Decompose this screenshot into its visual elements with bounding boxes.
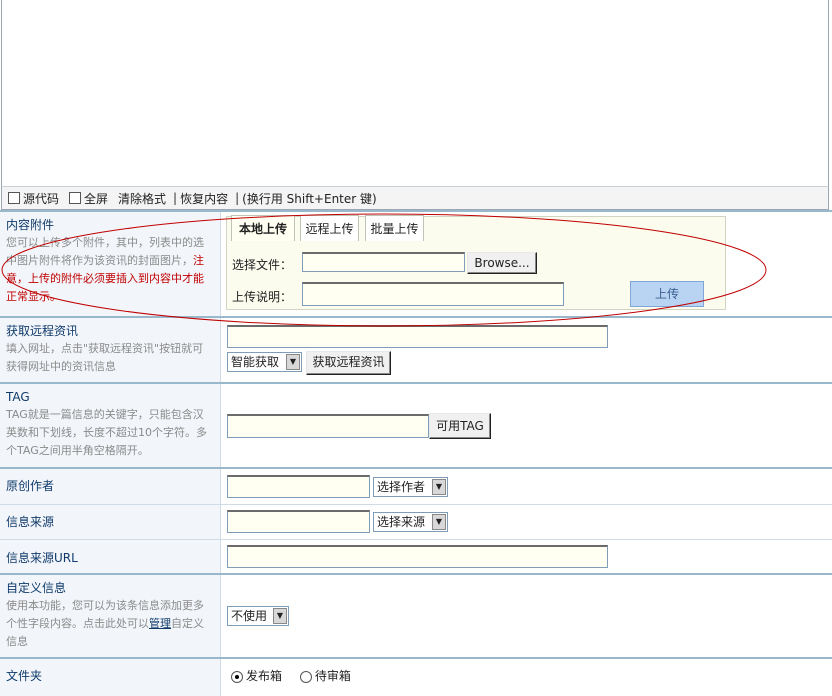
author-select-value: 选择作者 — [377, 480, 426, 494]
custom-select-value: 不使用 — [231, 609, 268, 623]
clear-format-link[interactable]: 清除格式 — [118, 190, 166, 207]
chevron-down-icon: ▼ — [432, 514, 446, 530]
remote-field-cell: 智能获取 ▼ 获取远程资讯 — [221, 318, 832, 382]
folder-field-cell: 发布箱 待审箱 — [221, 659, 832, 696]
choose-file-label: 选择文件： — [232, 258, 293, 272]
attachment-desc-text: 您可以上传多个附件，其中，列表中的选中图片附件将作为该资讯的封面图片， — [6, 236, 204, 267]
tab-remote-upload[interactable]: 远程上传 — [300, 215, 359, 241]
tab-batch-upload[interactable]: 批量上传 — [365, 215, 424, 241]
source-row: 信息来源 选择来源 ▼ — [0, 504, 832, 539]
custom-description: 使用本功能，您可以为该条信息添加更多个性字段内容。点击此处可以管理自定义信息 — [6, 597, 214, 651]
fetch-mode-select[interactable]: 智能获取 ▼ — [227, 352, 302, 372]
tag-description: TAG就是一篇信息的关键字，只能包含汉英数和下划线，长度不超过10个字符。多个T… — [6, 408, 207, 457]
folder-radio-group: 发布箱 待审箱 — [231, 667, 351, 684]
folder-label-cell: 文件夹 — [0, 659, 221, 696]
review-radio-label: 待审箱 — [314, 669, 351, 683]
tab-local-upload[interactable]: 本地上传 — [231, 215, 295, 241]
editor-toolbar: 源代码 全屏 清除格式 | 恢复内容 | (换行用 Shift+Enter 键) — [1, 186, 829, 210]
attachment-description: 您可以上传多个附件，其中，列表中的选中图片附件将作为该资讯的封面图片，注意，上传… — [6, 234, 214, 306]
source-url-input[interactable] — [227, 545, 608, 568]
source-select[interactable]: 选择来源 ▼ — [373, 512, 448, 532]
tag-input[interactable] — [227, 414, 429, 438]
author-label-cell: 原创作者 — [0, 469, 221, 504]
remote-title: 获取远程资讯 — [6, 324, 79, 338]
attachment-row: 内容附件 您可以上传多个附件，其中，列表中的选中图片附件将作为该资讯的封面图片，… — [0, 212, 832, 317]
remote-fetch-row: 获取远程资讯 填入网址，点击"获取远程资讯"按钮就可获得网址中的资讯信息 智能获… — [0, 318, 832, 382]
tag-label-cell: TAG TAG就是一篇信息的关键字，只能包含汉英数和下划线，长度不超过10个字符… — [0, 384, 221, 467]
source-url-row: 信息来源URL — [0, 539, 832, 574]
custom-field-cell: 不使用 ▼ — [221, 575, 832, 657]
source-input[interactable] — [227, 510, 370, 533]
manage-link[interactable]: 管理 — [149, 617, 171, 630]
author-row: 原创作者 选择作者 ▼ — [0, 469, 832, 504]
toolbar-separator: | — [235, 191, 240, 205]
remote-url-input[interactable] — [227, 325, 608, 348]
source-title: 信息来源 — [6, 515, 55, 529]
upload-desc-label: 上传说明： — [232, 290, 293, 304]
fetch-mode-value: 智能获取 — [231, 355, 280, 369]
publish-radio[interactable] — [231, 670, 243, 683]
toolbar-separator: | — [173, 191, 178, 205]
tag-title: TAG — [6, 390, 30, 404]
source-url-field-cell — [221, 540, 832, 574]
source-label-cell: 信息来源 — [0, 505, 221, 539]
author-select[interactable]: 选择作者 ▼ — [373, 477, 448, 497]
folder-title: 文件夹 — [6, 669, 43, 683]
source-url-title: 信息来源URL — [6, 551, 78, 565]
editor-content-area[interactable] — [1, 0, 829, 187]
chevron-down-icon: ▼ — [432, 479, 446, 495]
tag-field-cell: 可用TAG — [221, 384, 832, 467]
tag-row: TAG TAG就是一篇信息的关键字，只能包含汉英数和下划线，长度不超过10个字符… — [0, 384, 832, 467]
custom-info-select[interactable]: 不使用 ▼ — [227, 606, 289, 626]
remote-description: 填入网址，点击"获取远程资讯"按钮就可获得网址中的资讯信息 — [6, 342, 204, 373]
custom-label-cell: 自定义信息 使用本功能，您可以为该条信息添加更多个性字段内容。点击此处可以管理自… — [0, 575, 221, 657]
attachment-title: 内容附件 — [6, 218, 55, 232]
browse-button[interactable]: Browse... — [467, 252, 537, 274]
source-select-value: 选择来源 — [377, 515, 426, 529]
source-field-cell: 选择来源 ▼ — [221, 505, 832, 539]
chevron-down-icon: ▼ — [273, 608, 287, 624]
available-tag-button[interactable]: 可用TAG — [429, 413, 491, 439]
publish-radio-label: 发布箱 — [246, 669, 283, 683]
fullscreen-checkbox[interactable] — [69, 192, 82, 204]
author-field-cell: 选择作者 ▼ — [221, 469, 832, 504]
custom-title: 自定义信息 — [6, 581, 67, 595]
custom-info-row: 自定义信息 使用本功能，您可以为该条信息添加更多个性字段内容。点击此处可以管理自… — [0, 575, 832, 657]
remote-label-cell: 获取远程资讯 填入网址，点击"获取远程资讯"按钮就可获得网址中的资讯信息 — [0, 318, 221, 382]
source-url-label-cell: 信息来源URL — [0, 540, 221, 574]
author-input[interactable] — [227, 475, 370, 498]
author-title: 原创作者 — [6, 479, 55, 493]
source-code-label: 源代码 — [23, 191, 60, 206]
folder-row: 文件夹 发布箱 待审箱 — [0, 659, 832, 696]
file-path-input[interactable] — [302, 252, 465, 272]
source-code-checkbox[interactable] — [8, 192, 20, 204]
attachment-field-cell: 本地上传 远程上传 批量上传 选择文件： Browse... 上传说明： 上传 — [221, 212, 832, 317]
attachment-label-cell: 内容附件 您可以上传多个附件，其中，列表中的选中图片附件将作为该资讯的封面图片，… — [0, 212, 221, 317]
upload-panel: 本地上传 远程上传 批量上传 选择文件： Browse... 上传说明： 上传 — [226, 215, 726, 310]
fullscreen-label: 全屏 — [84, 191, 109, 206]
review-radio[interactable] — [299, 670, 312, 683]
upload-button[interactable]: 上传 — [630, 281, 704, 307]
restore-content-link[interactable]: 恢复内容 — [180, 190, 228, 207]
chevron-down-icon: ▼ — [286, 354, 300, 370]
fetch-remote-button[interactable]: 获取远程资讯 — [306, 351, 391, 375]
upload-description-input[interactable] — [302, 282, 564, 306]
line-break-hint: (换行用 Shift+Enter 键) — [242, 191, 377, 206]
